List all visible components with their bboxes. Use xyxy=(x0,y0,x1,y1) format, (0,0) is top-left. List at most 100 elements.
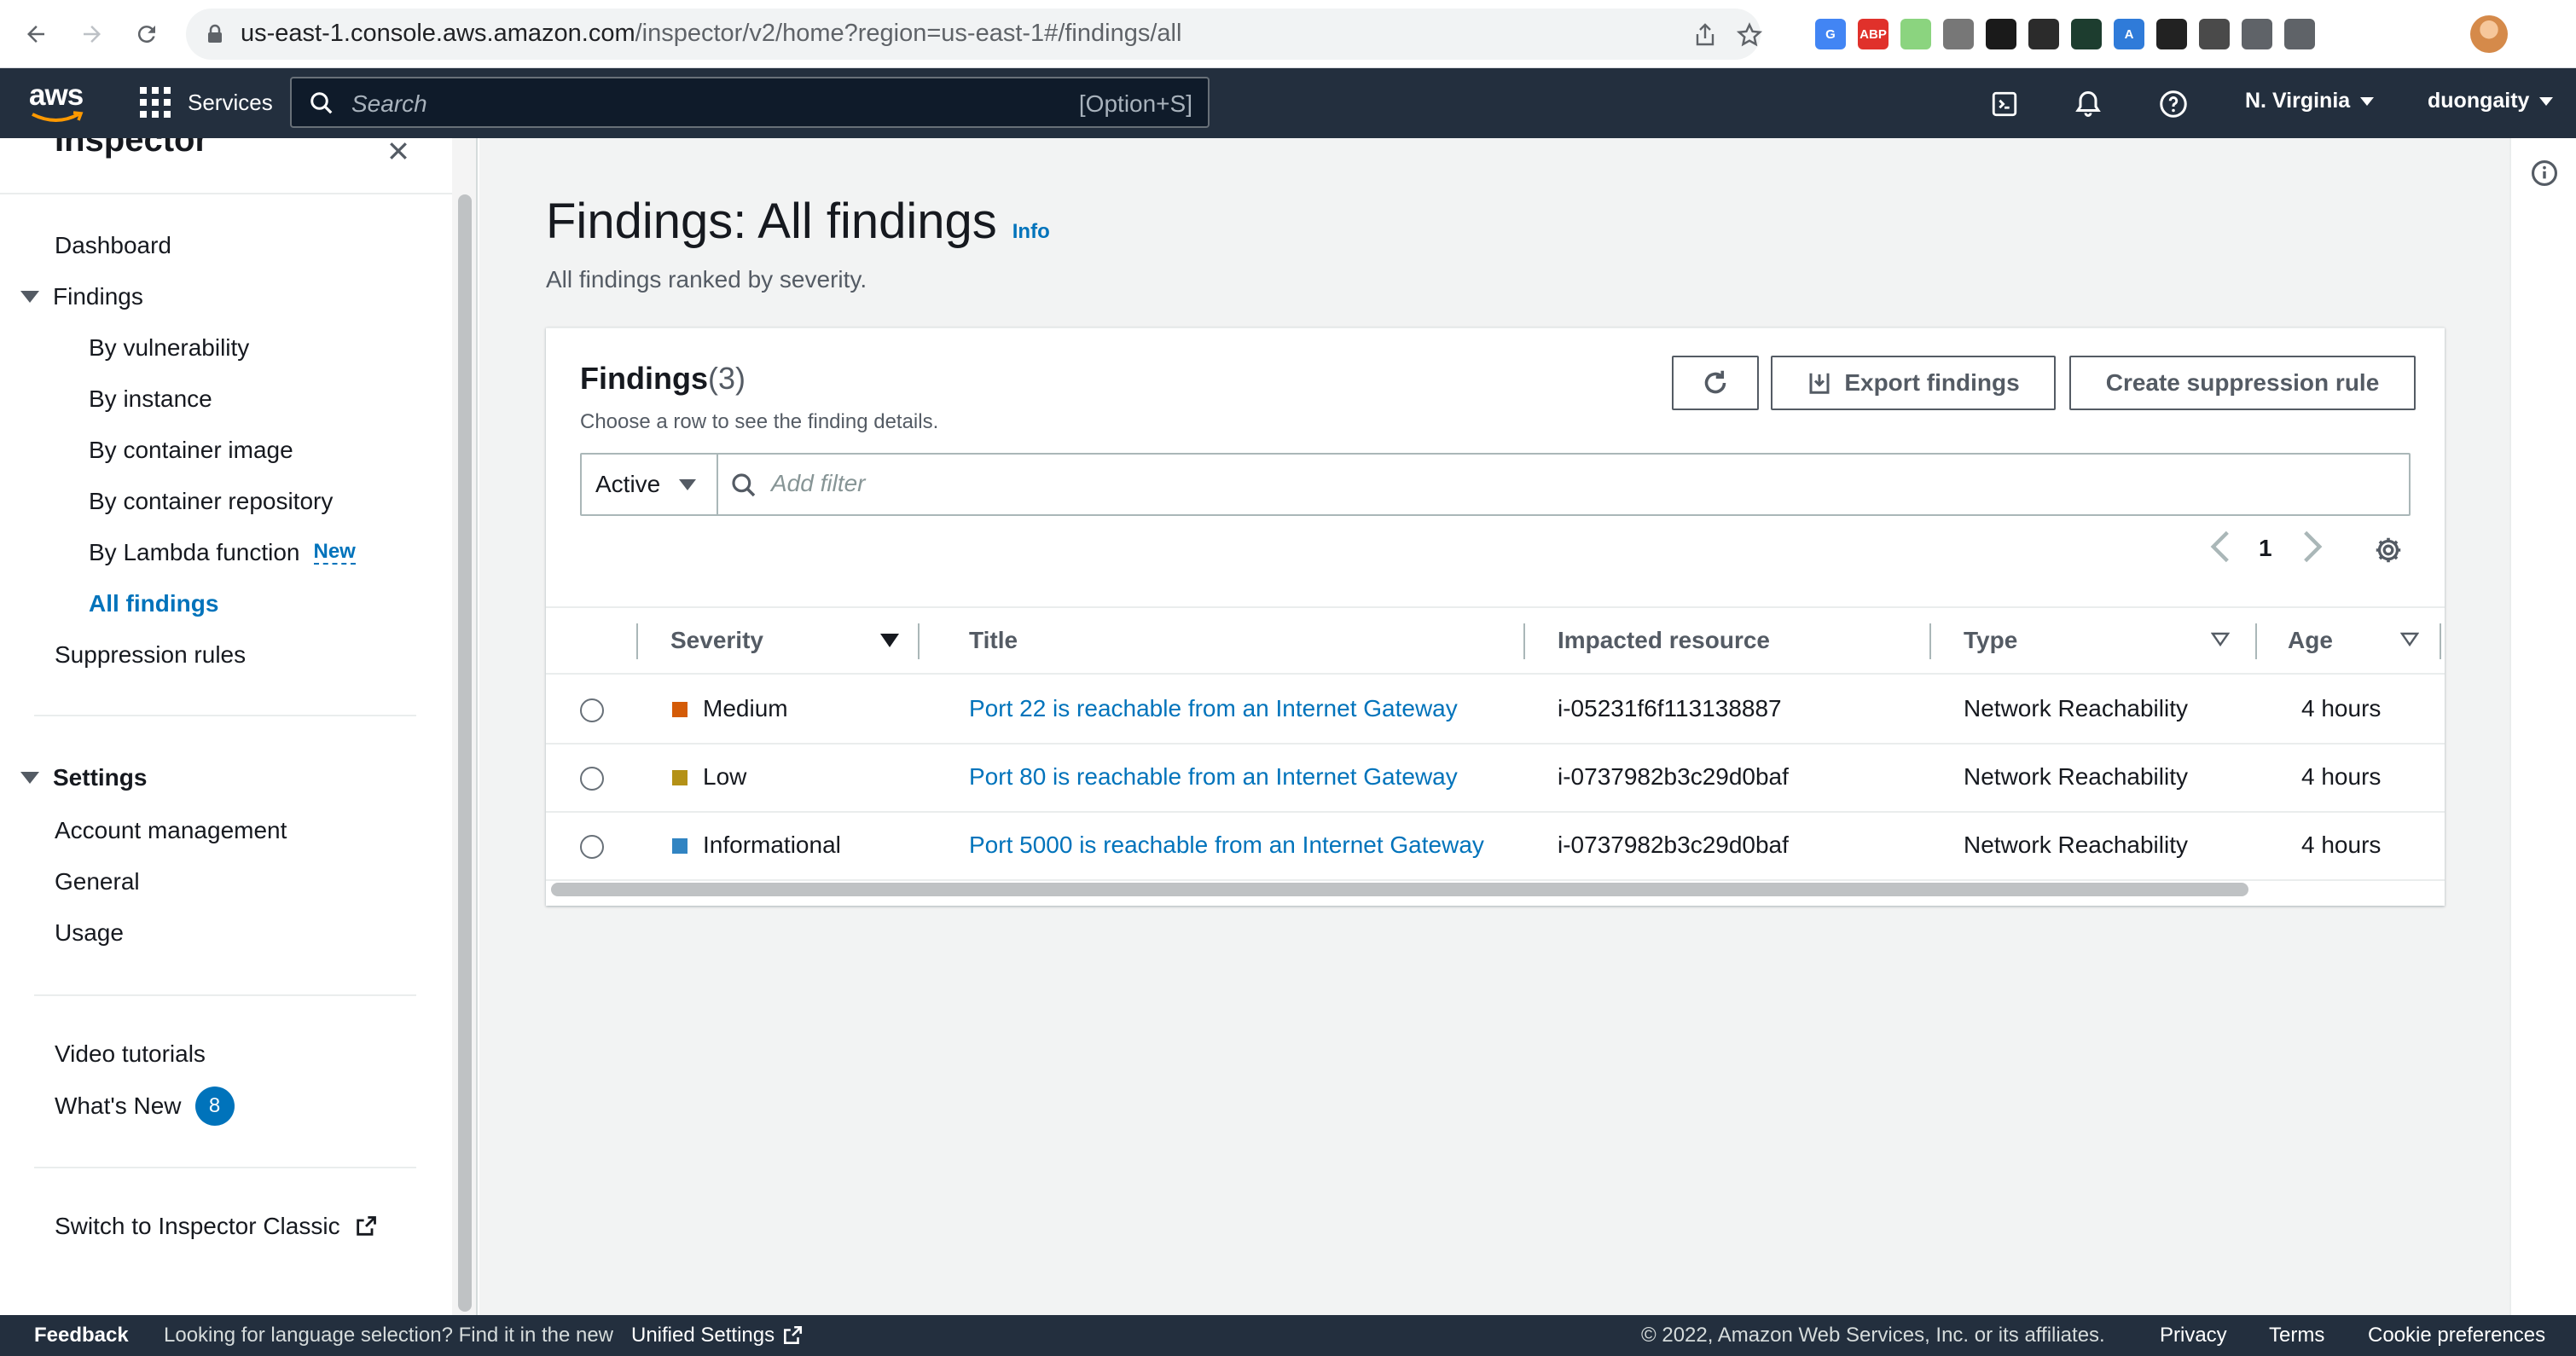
camera-icon[interactable] xyxy=(1943,19,1974,49)
previous-page-button[interactable] xyxy=(2209,530,2231,570)
scrollbar-thumb[interactable] xyxy=(458,194,472,1312)
sidebar-item-by-container-image[interactable]: By container image xyxy=(89,437,293,464)
search-input[interactable]: Search [Option+S] xyxy=(290,77,1210,128)
finding-title-link[interactable]: Port 22 is reachable from an Internet Ga… xyxy=(969,695,1458,722)
cursor-icon[interactable] xyxy=(2071,19,2102,49)
css-icon[interactable] xyxy=(2156,19,2187,49)
sidebar-item-whats-new[interactable]: What's New 8 xyxy=(55,1087,235,1126)
export-findings-button[interactable]: Export findings xyxy=(1771,356,2056,410)
expand-caret-icon xyxy=(20,772,39,784)
reload-button[interactable] xyxy=(130,17,164,51)
column-header-severity[interactable]: Severity xyxy=(670,627,763,654)
next-page-button[interactable] xyxy=(2301,530,2324,570)
page-number[interactable]: 1 xyxy=(2259,535,2272,562)
status-filter-select[interactable]: Active xyxy=(582,455,718,514)
sidebar-item-all-findings[interactable]: All findings xyxy=(89,590,218,617)
cookie-preferences-link[interactable]: Cookie preferences xyxy=(2368,1324,2545,1347)
feedback-link[interactable]: Feedback xyxy=(34,1324,129,1347)
filter-input[interactable]: Add filter xyxy=(771,470,866,497)
info-link[interactable]: Info xyxy=(1012,220,1050,244)
profile-avatar[interactable] xyxy=(2470,15,2508,53)
sidebar-item-account-management[interactable]: Account management xyxy=(55,817,287,844)
sidebar-item-label: By vulnerability xyxy=(89,334,250,361)
adobe-icon[interactable] xyxy=(1986,19,2016,49)
services-menu[interactable]: Services xyxy=(140,87,273,118)
sidebar-item-switch-classic[interactable]: Switch to Inspector Classic xyxy=(55,1213,378,1240)
table-row[interactable]: Low Port 80 is reachable from an Internet… xyxy=(546,745,2445,813)
sidebar-item-dashboard[interactable]: Dashboard xyxy=(55,232,171,259)
row-select-radio[interactable] xyxy=(580,835,604,859)
chevron-left-icon xyxy=(2210,530,2229,563)
sidebar-section-settings[interactable]: Settings xyxy=(20,764,147,791)
column-header-title[interactable]: Title xyxy=(969,627,1018,654)
sidebar-section-findings[interactable]: Findings xyxy=(20,283,143,310)
sidebar-scrollbar[interactable] xyxy=(452,138,478,1315)
info-circle-icon[interactable] xyxy=(2530,159,2559,188)
sidebar-item-general[interactable]: General xyxy=(55,868,140,895)
region-selector[interactable]: N. Virginia xyxy=(2245,89,2375,113)
sort-descending-icon[interactable] xyxy=(880,634,899,647)
cloudshell-icon[interactable] xyxy=(1987,87,2022,121)
sidebar-item-usage[interactable]: Usage xyxy=(55,919,124,947)
sort-icon[interactable] xyxy=(2400,632,2419,647)
color-picker-icon[interactable] xyxy=(1900,19,1931,49)
address-bar[interactable]: us-east-1.console.aws.amazon.com/inspect… xyxy=(186,9,1762,60)
back-button[interactable] xyxy=(19,17,53,51)
table-preferences-button[interactable] xyxy=(2373,535,2404,571)
aws-logo[interactable]: aws xyxy=(29,78,84,126)
sidebar-item-by-instance[interactable]: By instance xyxy=(89,385,212,413)
adblock-icon[interactable]: ABP xyxy=(1858,19,1888,49)
sidebar-item-label: By instance xyxy=(89,385,212,412)
row-select-radio[interactable] xyxy=(580,698,604,722)
terms-link[interactable]: Terms xyxy=(2269,1324,2324,1347)
unified-settings-link[interactable]: Unified Settings xyxy=(631,1324,804,1347)
whats-new-count-badge: 8 xyxy=(194,1087,235,1126)
chevron-down-icon xyxy=(679,478,697,490)
column-header-age[interactable]: Age xyxy=(2288,627,2333,654)
chevron-right-icon xyxy=(2304,530,2323,563)
close-sidebar-button[interactable] xyxy=(386,138,411,168)
table-row[interactable]: Medium Port 22 is reachable from an Inter… xyxy=(546,676,2445,745)
sidebar-item-label: Account management xyxy=(55,817,287,843)
sidepanel-icon[interactable] xyxy=(2284,19,2315,49)
severity-indicator xyxy=(672,838,688,854)
finding-title-link[interactable]: Port 5000 is reachable from an Internet … xyxy=(969,832,1484,859)
sidebar-item-label: Switch to Inspector Classic xyxy=(55,1213,340,1239)
create-suppression-rule-button[interactable]: Create suppression rule xyxy=(2069,356,2416,410)
mask-icon[interactable] xyxy=(2028,19,2059,49)
translate-icon[interactable]: G xyxy=(1815,19,1846,49)
finding-title-link[interactable]: Port 80 is reachable from an Internet Ga… xyxy=(969,763,1458,791)
bookmark-star-icon[interactable] xyxy=(1737,22,1762,48)
sidebar-item-label: By container image xyxy=(89,437,293,463)
help-icon[interactable] xyxy=(2156,87,2190,121)
column-divider xyxy=(2255,623,2257,659)
puzzle-icon[interactable] xyxy=(2242,19,2272,49)
share-icon[interactable] xyxy=(1692,22,1718,48)
notifications-bell-icon[interactable] xyxy=(2071,87,2105,121)
column-header-type[interactable]: Type xyxy=(1964,627,2017,654)
side-navigation: Inspector Dashboard Findings By vulnerab… xyxy=(0,138,452,1315)
sidebar-item-video-tutorials[interactable]: Video tutorials xyxy=(55,1040,206,1068)
table-row[interactable]: Informational Port 5000 is reachable from… xyxy=(546,813,2445,881)
font-icon[interactable]: A xyxy=(2114,19,2144,49)
sidebar-item-by-container-repository[interactable]: By container repository xyxy=(89,488,333,515)
sidebar-item-label: Dashboard xyxy=(55,232,171,258)
row-select-radio[interactable] xyxy=(580,767,604,791)
sidebar-item-by-lambda-function[interactable]: By Lambda function New xyxy=(89,539,356,566)
impacted-resource-cell: i-05231f6f113138887 xyxy=(1558,695,1782,721)
column-header-impacted-resource[interactable]: Impacted resource xyxy=(1558,627,1770,654)
head-icon[interactable] xyxy=(2199,19,2230,49)
forward-button[interactable] xyxy=(75,17,109,51)
privacy-link[interactable]: Privacy xyxy=(2160,1324,2227,1347)
account-menu[interactable]: duongaity xyxy=(2428,89,2554,113)
sidebar-item-label: By container repository xyxy=(89,488,334,514)
severity-indicator xyxy=(672,702,688,717)
sidebar-item-label: Findings xyxy=(53,283,143,310)
horizontal-scrollbar[interactable] xyxy=(551,883,2248,896)
sort-icon[interactable] xyxy=(2211,632,2230,647)
sidebar-item-by-vulnerability[interactable]: By vulnerability xyxy=(89,334,249,362)
create-suppression-rule-label: Create suppression rule xyxy=(2105,369,2380,396)
page-title: Findings: All findings Info xyxy=(546,193,1050,250)
refresh-button[interactable] xyxy=(1672,356,1759,410)
sidebar-item-suppression-rules[interactable]: Suppression rules xyxy=(55,641,246,669)
